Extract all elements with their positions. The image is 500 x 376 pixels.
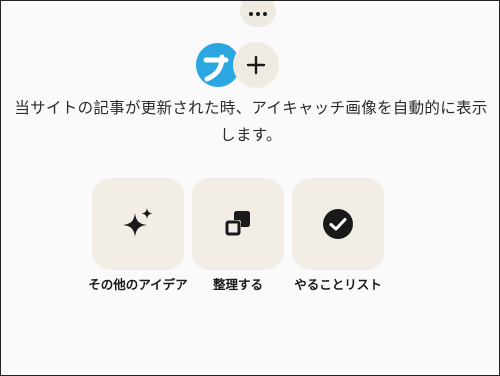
organize-button[interactable] [192,178,284,270]
organize-label: 整理する [212,277,263,292]
todo-list-button[interactable] [292,178,384,270]
description-line-2: します。 [220,126,282,144]
more-ideas-button[interactable] [92,178,184,270]
sparkle-icon [123,208,153,237]
plus-icon [246,55,266,75]
more-horizontal-icon [249,12,267,16]
todo-list-label: やることリスト [294,277,382,292]
description-line-1: 当サイトの記事が更新された時、アイキャッチ画像を自動的に表示 [14,99,488,117]
organize-icon [225,211,250,236]
app-window: 当サイトの記事が更新された時、アイキャッチ画像を自動的に表示 します。 その他の… [0,0,500,376]
more-ideas-label: その他のアイデア [88,277,188,292]
more-options-button[interactable] [240,1,276,27]
check-circle-icon [323,209,353,239]
add-app-button[interactable] [233,42,279,88]
app-description: 当サイトの記事が更新された時、アイキャッチ画像を自動的に表示 します。 [1,95,499,149]
